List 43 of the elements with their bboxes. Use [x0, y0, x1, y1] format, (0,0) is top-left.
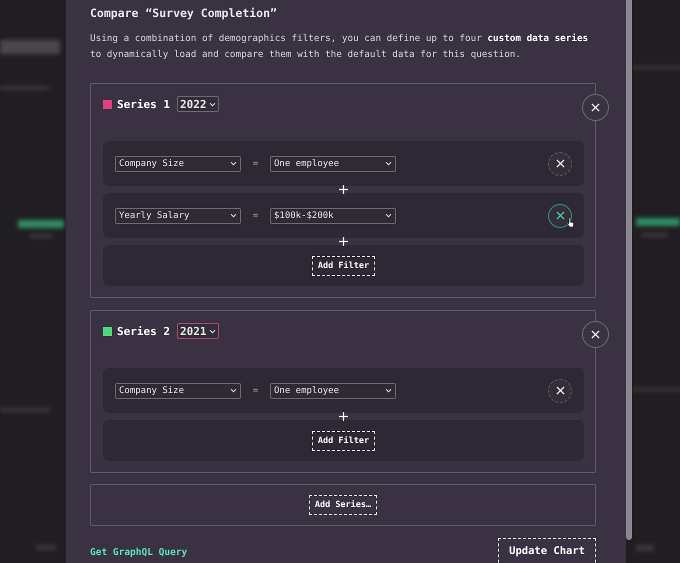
close-icon	[591, 330, 600, 339]
add-filter-button[interactable]: Add Filter	[312, 256, 376, 276]
filter-value-select[interactable]: $100k-$200k	[270, 208, 396, 224]
caret-icon	[209, 328, 216, 334]
caret-icon	[230, 213, 237, 218]
filter-field-select[interactable]: Company Size	[115, 382, 241, 398]
close-button[interactable]	[582, 94, 609, 121]
caret-icon	[385, 388, 392, 393]
close-icon	[556, 386, 564, 395]
update-chart-button[interactable]: Update Chart	[498, 538, 596, 563]
caret-icon	[385, 213, 392, 218]
caret-icon	[209, 102, 216, 106]
add-filter-button[interactable]: Add Filter	[312, 430, 376, 450]
plus-icon	[339, 185, 348, 194]
series-name: Series 2	[117, 324, 170, 338]
plus-icon	[339, 412, 348, 421]
add-series-button[interactable]: Add Series…	[308, 495, 378, 515]
close-icon	[591, 103, 600, 112]
operator-label: =	[252, 210, 260, 220]
caret-icon	[385, 161, 392, 166]
filter-field-select[interactable]: Yearly Salary	[115, 208, 241, 224]
graphql-query-link[interactable]: Get GraphQL Query	[90, 547, 188, 558]
caret-icon	[230, 161, 237, 166]
close-button[interactable]	[548, 378, 572, 402]
scrollbar[interactable]	[626, 0, 632, 540]
plus-icon	[339, 237, 348, 246]
hand-cursor-icon	[566, 217, 575, 228]
close-button[interactable]	[548, 204, 572, 228]
year-select[interactable]: 2022	[176, 96, 220, 112]
operator-label: =	[252, 386, 260, 396]
filter-value-select[interactable]: One employee	[270, 156, 396, 172]
caret-icon	[230, 388, 237, 393]
close-icon	[556, 211, 564, 220]
series-name: Series 1	[117, 98, 170, 110]
close-button[interactable]	[548, 152, 572, 176]
operator-label: =	[252, 158, 260, 168]
filter-field-select[interactable]: Company Size	[115, 156, 241, 172]
filter-value-select[interactable]: One employee	[270, 382, 396, 398]
close-button[interactable]	[582, 321, 609, 348]
year-select[interactable]: 2021	[176, 323, 220, 339]
close-icon	[556, 159, 564, 168]
dialog-title: Compare “Survey Completion”	[90, 5, 278, 21]
dialog-description: Using a combination of demographics filters, you can define up to four custom data series to dynamically load and compare them with the default data for this question.	[90, 32, 590, 62]
